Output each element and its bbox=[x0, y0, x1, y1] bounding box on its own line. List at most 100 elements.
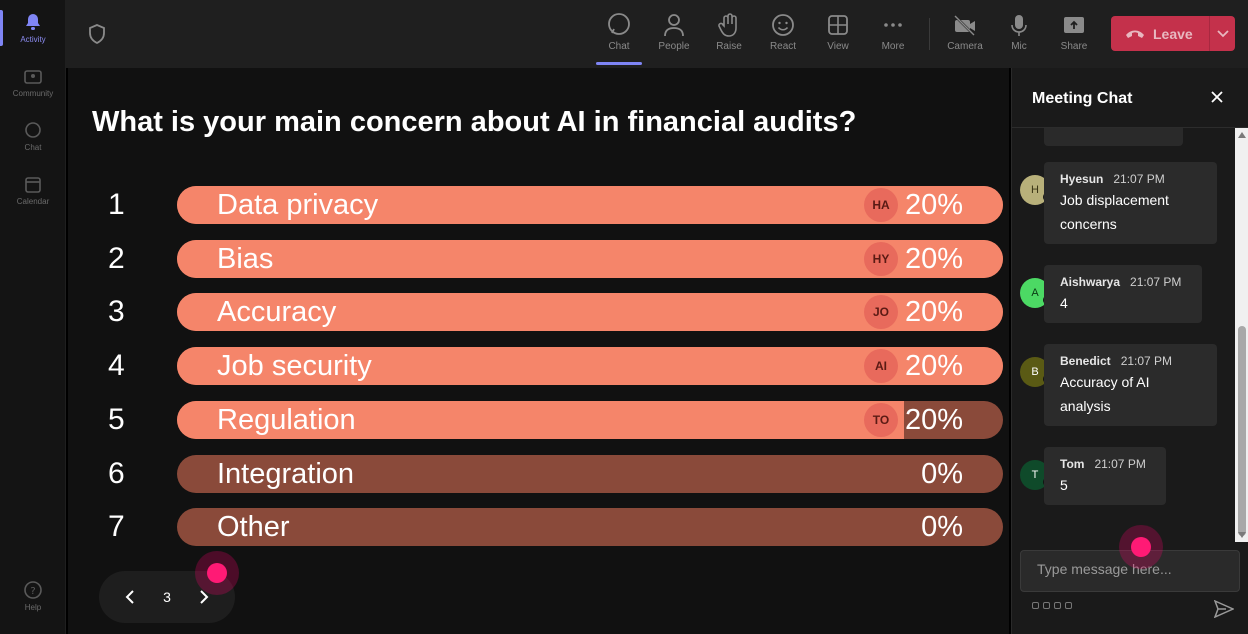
sender-name: Benedict bbox=[1060, 354, 1111, 368]
page-number: 3 bbox=[163, 589, 171, 605]
camera-off-icon bbox=[954, 15, 975, 36]
chat-message: Hyesun 21:07 PM Job displacement concerns bbox=[1044, 162, 1217, 244]
option-label: Regulation bbox=[217, 404, 356, 436]
message-text: Accuracy of AI analysis bbox=[1060, 374, 1150, 414]
pointer-indicator bbox=[195, 551, 239, 595]
poll-option: 1 Data privacy HA 20% bbox=[68, 186, 1009, 224]
people-icon bbox=[664, 14, 684, 37]
toolbar-divider bbox=[929, 18, 930, 50]
leave-main[interactable]: Leave bbox=[1111, 16, 1209, 51]
scroll-thumb[interactable] bbox=[1238, 326, 1246, 536]
gif-icon[interactable] bbox=[1065, 602, 1072, 609]
help-icon: ? bbox=[24, 581, 42, 599]
bell-icon bbox=[26, 14, 40, 30]
poll-option: 4 Job security AI 20% bbox=[68, 347, 1009, 385]
message-time: 21:07 PM bbox=[1120, 354, 1173, 368]
hand-icon bbox=[718, 13, 737, 37]
option-bar: Accuracy JO 20% bbox=[177, 293, 1003, 331]
tool-label: Raise bbox=[716, 41, 742, 52]
scroll-down-arrow[interactable] bbox=[1238, 532, 1246, 538]
scroll-up-arrow[interactable] bbox=[1238, 132, 1246, 138]
option-bar: Bias HY 20% bbox=[177, 240, 1003, 278]
pointer-indicator bbox=[1119, 525, 1163, 569]
chat-title: Meeting Chat bbox=[1032, 90, 1133, 107]
poll-option: 6 Integration 0% bbox=[68, 455, 1009, 493]
option-number: 6 bbox=[108, 457, 125, 490]
attach-icon[interactable] bbox=[1043, 602, 1050, 609]
tool-share[interactable]: Share bbox=[1051, 12, 1097, 52]
tool-label: View bbox=[827, 41, 849, 52]
option-number: 7 bbox=[108, 510, 125, 543]
smile-icon bbox=[772, 14, 794, 36]
chat-header: Meeting Chat bbox=[1012, 68, 1248, 128]
tool-label: People bbox=[658, 41, 690, 52]
previous-message bbox=[1044, 128, 1183, 146]
tool-label: Mic bbox=[1011, 41, 1027, 52]
tool-more[interactable]: More bbox=[870, 12, 916, 52]
option-number: 2 bbox=[108, 242, 125, 275]
rail-item-community[interactable]: Community bbox=[0, 68, 66, 98]
tool-label: Share bbox=[1060, 41, 1088, 52]
poll-option: 3 Accuracy JO 20% bbox=[68, 293, 1009, 331]
option-percent: 0% bbox=[921, 458, 963, 490]
rail-item-activity[interactable]: Activity bbox=[0, 12, 66, 44]
tool-react[interactable]: React bbox=[760, 12, 806, 52]
sender-name: Aishwarya bbox=[1060, 275, 1121, 289]
calendar-icon bbox=[25, 177, 41, 193]
composer-tools bbox=[1032, 602, 1072, 609]
tool-view[interactable]: View bbox=[815, 12, 861, 52]
tool-camera[interactable]: Camera bbox=[942, 12, 988, 52]
option-percent: 20% bbox=[904, 296, 963, 328]
chat-message: Benedict 21:07 PM Accuracy of AI analysis bbox=[1044, 344, 1217, 426]
mic-icon bbox=[1011, 15, 1027, 36]
rail-label: Activity bbox=[20, 35, 46, 44]
rail-item-help[interactable]: ? Help bbox=[0, 580, 66, 612]
chat-message: Aishwarya 21:07 PM 4 bbox=[1044, 265, 1202, 323]
rail-item-calendar[interactable]: Calendar bbox=[0, 176, 66, 206]
tool-chat[interactable]: Chat bbox=[596, 12, 642, 52]
close-icon[interactable] bbox=[1210, 90, 1224, 104]
meeting-toolbar: Chat People Raise React View More Camera… bbox=[66, 0, 1248, 68]
rail-label: Chat bbox=[24, 143, 42, 152]
tool-label: Camera bbox=[947, 41, 983, 52]
grid-icon bbox=[828, 15, 848, 35]
tool-people[interactable]: People bbox=[651, 12, 697, 52]
option-label: Data privacy bbox=[217, 189, 379, 221]
tool-mic[interactable]: Mic bbox=[996, 12, 1042, 52]
message-text: 4 bbox=[1060, 295, 1068, 311]
option-label: Integration bbox=[217, 458, 355, 490]
leave-button[interactable]: Leave bbox=[1111, 16, 1235, 51]
community-icon bbox=[24, 70, 42, 84]
chat-scrollbar[interactable] bbox=[1235, 128, 1248, 542]
format-icon[interactable] bbox=[1032, 602, 1039, 609]
poll-stage: What is your main concern about AI in fi… bbox=[68, 68, 1009, 634]
poll-option: 5 Regulation TO 20% bbox=[68, 401, 1009, 439]
svg-text:?: ? bbox=[30, 586, 35, 597]
emoji-icon[interactable] bbox=[1054, 602, 1061, 609]
avatar-initial: A bbox=[1031, 287, 1039, 299]
avatar-initial: H bbox=[1031, 184, 1039, 196]
chevron-left-icon[interactable] bbox=[124, 589, 136, 605]
more-icon bbox=[884, 23, 902, 27]
leave-options[interactable] bbox=[1210, 29, 1235, 38]
message-time: 21:07 PM bbox=[1094, 457, 1146, 471]
send-icon[interactable] bbox=[1214, 600, 1234, 618]
voter-avatar: HA bbox=[864, 188, 898, 222]
chat-messages[interactable]: H Hyesun 21:07 PM Job displacement concer… bbox=[1012, 128, 1248, 542]
poll-question: What is your main concern about AI in fi… bbox=[92, 106, 857, 138]
sender-name: Hyesun bbox=[1060, 172, 1104, 186]
option-percent: 20% bbox=[904, 350, 963, 382]
voter-avatar: JO bbox=[864, 295, 898, 329]
chat-icon bbox=[608, 13, 630, 35]
option-label: Accuracy bbox=[217, 296, 337, 328]
option-label: Bias bbox=[217, 243, 274, 275]
left-rail: Activity Community Chat Calendar ? Help bbox=[0, 0, 66, 634]
rail-item-chat[interactable]: Chat bbox=[0, 122, 66, 152]
option-percent: 20% bbox=[904, 189, 963, 221]
shield-icon[interactable] bbox=[88, 24, 106, 44]
tool-raise[interactable]: Raise bbox=[706, 12, 752, 52]
chat-message: Tom 21:07 PM 5 bbox=[1044, 447, 1166, 505]
hang-up-icon bbox=[1126, 30, 1144, 38]
message-time: 21:07 PM bbox=[1113, 172, 1165, 186]
option-bar: Other 0% bbox=[177, 508, 1003, 546]
